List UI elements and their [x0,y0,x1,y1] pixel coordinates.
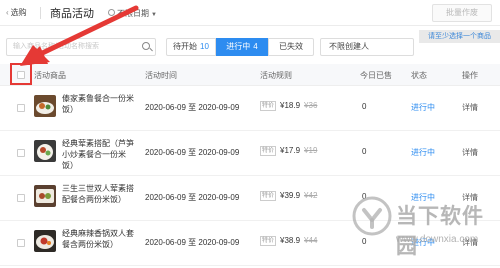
tab-expired[interactable]: 已失效 [268,38,314,56]
creator-select[interactable]: 不限创建人 [320,38,414,56]
tab-count: 4 [253,42,258,51]
search-icon[interactable] [142,42,150,50]
activity-time: 2020-06-09 至 2020-09-09 [145,103,240,112]
activity-rule: 特价 ¥38.9 ¥44 [260,236,317,246]
clock-icon [108,9,115,16]
today-sold: 0 [362,102,367,111]
product-name: 经典麻辣香锅双人套餐含两份米饭） [62,229,134,249]
watermark-logo-icon [352,196,392,236]
row-checkbox[interactable] [17,104,25,112]
page-title: 商品活动 [50,8,94,20]
search-input[interactable]: 输入商品名称/活动名称搜索 [6,38,156,56]
back-label: 选购 [10,8,27,17]
sale-price: ¥18.9 [280,101,301,110]
original-price: ¥19 [304,146,318,155]
tab-count: 10 [200,42,209,51]
price-tag: 特价 [260,101,277,111]
row-checkbox[interactable] [17,149,25,157]
table-header: 活动商品 活动时间 活动规则 今日已售 状态 操作 [0,64,500,86]
product-name: 经典荤素搭配（芦笋小炒素餐合一份米饭） [62,139,134,170]
col-rule: 活动规则 [260,71,292,80]
chevron-left-icon: ‹ [6,8,9,17]
col-time: 活动时间 [145,71,177,80]
product-image [34,230,56,252]
price-tag: 特价 [260,236,277,246]
activity-rule: 特价 ¥39.9 ¥42 [260,191,317,201]
table-row: 傣家素鲁餐合一份米饭） 2020-06-09 至 2020-09-09 特价 ¥1… [0,87,500,131]
col-sold: 今日已售 [360,71,392,80]
price-tag: 特价 [260,191,277,201]
activity-rule: 特价 ¥18.9 ¥36 [260,101,317,111]
original-price: ¥44 [304,236,318,245]
caret-down-icon: ▼ [151,12,157,18]
back-link[interactable]: ‹ 选购 [6,7,27,18]
activity-time: 2020-06-09 至 2020-09-09 [145,193,240,202]
product-name: 三生三世双人荤素搭配餐合两份米饭） [62,184,134,204]
divider [40,7,41,19]
tab-label: 进行中 [226,42,251,51]
product-image [34,95,56,117]
status-badge: 进行中 [411,148,435,157]
details-link[interactable]: 详情 [462,147,478,158]
top-bar: ‹ 选购 商品活动 不限日期 ▼ 批量作废 [0,0,500,26]
tab-label: 已失效 [279,42,303,51]
activity-time: 2020-06-09 至 2020-09-09 [145,238,240,247]
price-tag: 特价 [260,146,277,156]
status-badge: 进行中 [411,103,435,112]
row-checkbox[interactable] [17,239,25,247]
original-price: ¥36 [304,101,318,110]
watermark-url: www.downxia.com [396,234,479,245]
col-actions: 操作 [462,71,478,80]
activity-rule: 特价 ¥17.9 ¥19 [260,146,317,156]
sale-price: ¥17.9 [280,146,301,155]
original-price: ¥42 [304,191,318,200]
tab-active[interactable]: 进行中 4 [216,38,268,56]
sale-price: ¥39.9 [280,191,301,200]
tab-pending[interactable]: 待开始 10 [166,38,216,56]
period-select[interactable]: 不限日期 ▼ [117,8,157,19]
filter-bar: 输入商品名称/活动名称搜索 待开始 10 进行中 4 已失效 不限创建人 [0,36,500,58]
today-sold: 0 [362,147,367,156]
row-checkbox[interactable] [17,194,25,202]
today-sold: 0 [362,237,367,246]
product-image [34,185,56,207]
sale-price: ¥38.9 [280,236,301,245]
activity-time: 2020-06-09 至 2020-09-09 [145,148,240,157]
watermark-brand: 当下软件园 [396,204,484,258]
product-name: 傣家素鲁餐合一份米饭） [62,94,134,114]
product-image [34,140,56,162]
tab-label: 待开始 [173,42,198,51]
col-status: 状态 [411,71,427,80]
period-label: 不限日期 [117,9,149,18]
details-link[interactable]: 详情 [462,102,478,113]
batch-void-button[interactable]: 批量作废 [432,4,492,22]
table-row: 经典荤素搭配（芦笋小炒素餐合一份米饭） 2020-06-09 至 2020-09… [0,132,500,176]
highlight-box [10,63,32,85]
search-placeholder: 输入商品名称/活动名称搜索 [13,43,99,50]
col-product: 活动商品 [34,71,66,80]
